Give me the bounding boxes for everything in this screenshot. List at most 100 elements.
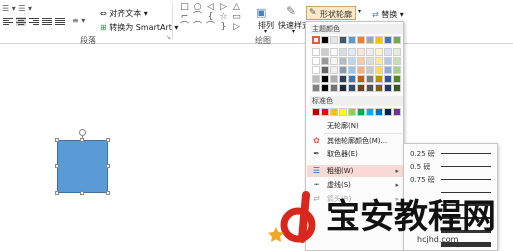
theme-color-swatch[interactable] [312, 84, 320, 92]
theme-color-swatch[interactable] [312, 66, 320, 74]
theme-color-swatch[interactable] [321, 84, 329, 92]
shape-gallery-item[interactable]: △ [232, 3, 241, 12]
standard-color-swatch[interactable] [357, 108, 365, 116]
theme-color-swatch[interactable] [330, 75, 338, 83]
theme-color-swatch[interactable] [393, 36, 401, 44]
shape-gallery-item[interactable]: ⌒ [206, 23, 215, 32]
standard-color-swatch[interactable] [366, 108, 374, 116]
align-center-button[interactable] [16, 17, 26, 26]
shape-gallery-item[interactable]: ⌐ [180, 13, 189, 22]
theme-color-swatch[interactable] [384, 36, 392, 44]
theme-color-swatch[interactable] [330, 66, 338, 74]
theme-color-swatch[interactable] [348, 84, 356, 92]
standard-color-swatch[interactable] [375, 108, 383, 116]
theme-color-swatch[interactable] [330, 57, 338, 65]
theme-color-swatch[interactable] [312, 57, 320, 65]
theme-color-swatch[interactable] [321, 36, 329, 44]
align-right-button[interactable] [29, 17, 39, 26]
weight-item[interactable]: ☰ 粗细(W) ▸ [307, 165, 403, 177]
theme-color-swatch[interactable] [357, 48, 365, 56]
convert-smartart-button[interactable]: ⊞ 转换为 SmartArt ▾ [100, 22, 178, 33]
theme-color-swatch[interactable] [366, 36, 374, 44]
resize-handle[interactable] [106, 191, 110, 195]
theme-color-swatch[interactable] [357, 84, 365, 92]
replace-button[interactable]: ⇄ 替换 ▾ [372, 9, 404, 20]
resize-handle[interactable] [80, 191, 84, 195]
theme-color-swatch[interactable] [339, 84, 347, 92]
resize-handle[interactable] [55, 191, 59, 195]
theme-color-swatch[interactable] [312, 75, 320, 83]
theme-color-swatch[interactable] [348, 57, 356, 65]
standard-color-swatch[interactable] [321, 108, 329, 116]
theme-color-swatch[interactable] [384, 75, 392, 83]
theme-color-swatch[interactable] [348, 36, 356, 44]
justify-button[interactable] [42, 17, 52, 26]
shape-gallery-item[interactable]: ⌒ [193, 13, 202, 22]
theme-color-swatch[interactable] [366, 75, 374, 83]
line-weight-option[interactable]: 0.5 磅 [405, 160, 497, 173]
theme-color-swatch[interactable] [375, 48, 383, 56]
shape-gallery-item[interactable]: ▷ [219, 3, 228, 12]
resize-handle[interactable] [80, 138, 84, 142]
theme-color-swatch[interactable] [357, 66, 365, 74]
align-text-button[interactable]: ⇔ 对齐文本 ▾ [100, 8, 148, 19]
paragraph-launcher-icon[interactable]: ↘ [166, 34, 171, 41]
theme-color-swatch[interactable] [348, 48, 356, 56]
theme-color-swatch[interactable] [339, 57, 347, 65]
theme-color-swatch[interactable] [312, 48, 320, 56]
theme-color-swatch[interactable] [384, 48, 392, 56]
theme-color-swatch[interactable] [321, 57, 329, 65]
theme-color-swatch[interactable] [393, 48, 401, 56]
selected-rectangle-shape[interactable] [57, 140, 108, 193]
theme-color-swatch[interactable] [321, 75, 329, 83]
theme-color-swatch[interactable] [384, 66, 392, 74]
shape-gallery-item[interactable]: □ [180, 3, 189, 12]
theme-color-swatch[interactable] [384, 84, 392, 92]
standard-color-swatch[interactable] [393, 108, 401, 116]
shape-gallery-item[interactable]: ◁ [206, 3, 215, 12]
theme-color-swatch[interactable] [393, 66, 401, 74]
theme-color-swatch[interactable] [339, 75, 347, 83]
shape-gallery-item[interactable]: } [219, 23, 228, 32]
shape-outline-button[interactable]: ✎ 形状轮廓 [306, 6, 356, 20]
theme-color-swatch[interactable] [375, 57, 383, 65]
distribute-button[interactable] [55, 17, 65, 26]
shape-gallery[interactable]: □ ○ ◁ ▷ △ ⌐ ⌒{☆ ▭ ⌒ ⌒ ⌒} ▷ [176, 2, 252, 34]
theme-color-swatch[interactable] [312, 36, 320, 44]
theme-color-swatch[interactable] [339, 48, 347, 56]
standard-color-swatch[interactable] [339, 108, 347, 116]
shape-gallery-item[interactable]: ○ [193, 3, 202, 12]
theme-color-swatch[interactable] [366, 57, 374, 65]
standard-color-swatch[interactable] [312, 108, 320, 116]
standard-color-swatch[interactable] [348, 108, 356, 116]
theme-color-swatch[interactable] [330, 48, 338, 56]
theme-color-swatch[interactable] [393, 84, 401, 92]
theme-color-swatch[interactable] [348, 75, 356, 83]
line-spacing-icon[interactable]: ≡ ▾ [72, 16, 85, 25]
shape-gallery-item[interactable]: ▭ [232, 13, 241, 22]
theme-color-swatch[interactable] [357, 57, 365, 65]
theme-color-swatch[interactable] [357, 36, 365, 44]
resize-handle[interactable] [55, 138, 59, 142]
standard-color-swatch[interactable] [330, 108, 338, 116]
theme-color-swatch[interactable] [357, 75, 365, 83]
shape-gallery-item[interactable]: ☆ [219, 13, 228, 22]
theme-color-swatch[interactable] [375, 36, 383, 44]
rotate-handle[interactable] [79, 129, 86, 136]
theme-color-swatch[interactable] [375, 84, 383, 92]
theme-color-swatch[interactable] [366, 48, 374, 56]
line-weight-option[interactable]: 0.75 磅 [405, 173, 497, 186]
theme-color-swatch[interactable] [366, 66, 374, 74]
list-buttons[interactable]: ☰ ▾ ☰ ▾ [2, 4, 32, 13]
shape-gallery-item[interactable]: ▷ [232, 23, 241, 32]
shape-gallery-item[interactable]: ⌒ [180, 23, 189, 32]
more-outline-colors-item[interactable]: ✿ 其他轮廓颜色(M)... [307, 135, 403, 147]
theme-color-swatch[interactable] [366, 84, 374, 92]
theme-color-swatch[interactable] [321, 66, 329, 74]
resize-handle[interactable] [55, 164, 59, 168]
theme-color-swatch[interactable] [348, 66, 356, 74]
theme-color-swatch[interactable] [384, 57, 392, 65]
theme-color-swatch[interactable] [393, 57, 401, 65]
theme-color-swatch[interactable] [330, 84, 338, 92]
theme-color-swatch[interactable] [321, 48, 329, 56]
